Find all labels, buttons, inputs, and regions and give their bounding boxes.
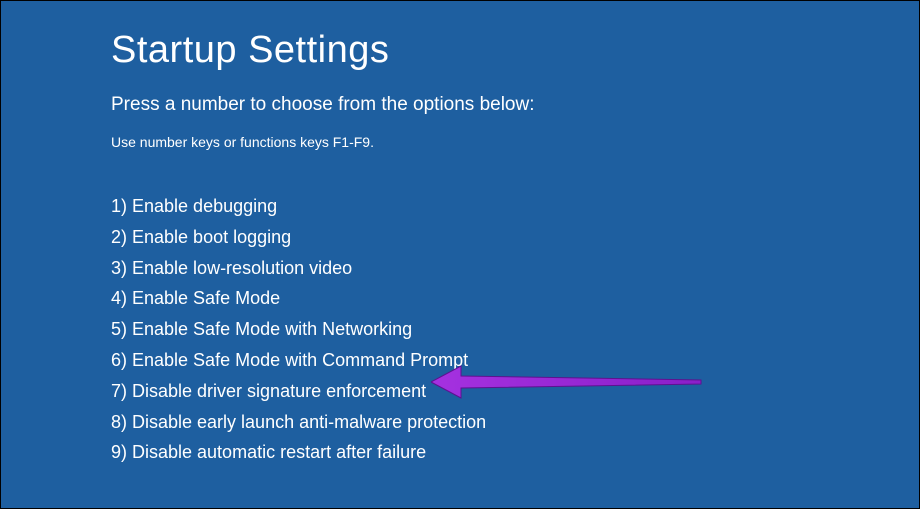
option-item-7[interactable]: 7) Disable driver signature enforcement [111, 377, 809, 406]
option-item-9[interactable]: 9) Disable automatic restart after failu… [111, 438, 809, 467]
option-item-5[interactable]: 5) Enable Safe Mode with Networking [111, 315, 809, 344]
page-title: Startup Settings [111, 29, 809, 72]
instruction-text: Use number keys or functions keys F1-F9. [111, 134, 809, 150]
option-item-6[interactable]: 6) Enable Safe Mode with Command Prompt [111, 346, 809, 375]
option-item-8[interactable]: 8) Disable early launch anti-malware pro… [111, 408, 809, 437]
option-item-3[interactable]: 3) Enable low-resolution video [111, 254, 809, 283]
option-item-1[interactable]: 1) Enable debugging [111, 192, 809, 221]
option-item-4[interactable]: 4) Enable Safe Mode [111, 284, 809, 313]
subtitle-text: Press a number to choose from the option… [111, 94, 809, 116]
startup-options-list: 1) Enable debugging 2) Enable boot loggi… [111, 192, 809, 467]
option-item-2[interactable]: 2) Enable boot logging [111, 223, 809, 252]
